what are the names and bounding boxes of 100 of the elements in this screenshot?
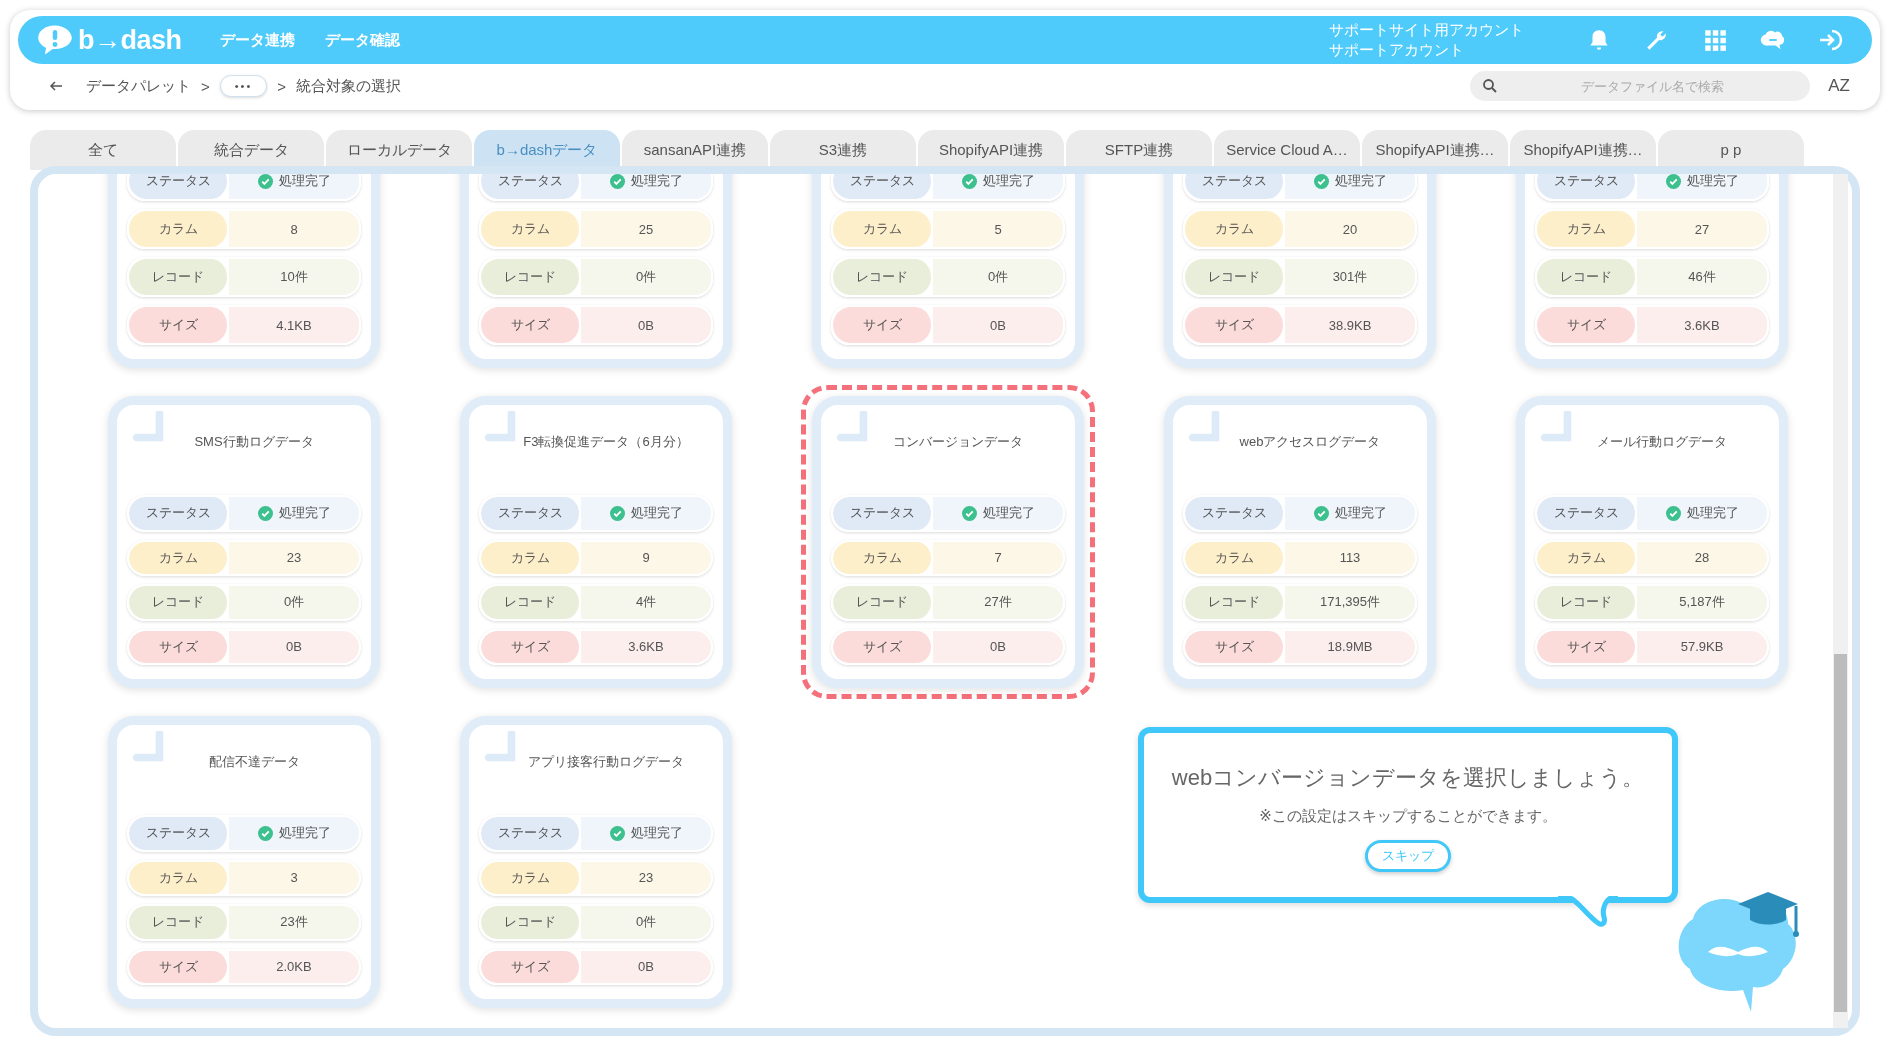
field-label: サイズ — [1185, 630, 1285, 663]
guide-note: ※この設定はスキップすることができます。 — [1259, 807, 1557, 826]
field-value: 113 — [1285, 541, 1415, 574]
field-label: レコード — [1537, 586, 1637, 619]
status-text: 処理完了 — [982, 504, 1035, 523]
data-file-card[interactable]: ステータス 処理完了 カラム 5 レコード 0件 サイズ 0B — [801, 174, 1095, 379]
status-text: 処理完了 — [982, 174, 1035, 190]
field-value: 301件 — [1285, 259, 1415, 295]
check-circle-icon — [609, 825, 625, 841]
field-value: 3 — [229, 861, 359, 894]
field-label: カラム — [1185, 211, 1285, 247]
field-value: 0B — [229, 630, 359, 663]
field-value: 27 — [1637, 211, 1767, 247]
status-text: 処理完了 — [1334, 174, 1387, 190]
status-text: 処理完了 — [278, 504, 331, 523]
field-value: 8 — [229, 211, 359, 247]
data-file-card[interactable]: ステータス 処理完了 カラム 27 レコード 46件 サイズ 3.6KB — [1505, 174, 1799, 379]
field-value: 38.9KB — [1285, 307, 1415, 343]
field-label: レコード — [1185, 259, 1285, 295]
card-title: メール行動ログデータ — [1596, 433, 1728, 451]
more-button[interactable]: ••• — [219, 75, 268, 97]
field-label: カラム — [481, 541, 581, 574]
field-label: カラム — [129, 211, 229, 247]
data-file-card[interactable]: ステータス 処理完了 カラム 8 レコード 10件 サイズ 4.1KB — [97, 174, 391, 379]
field-value: 23 — [229, 541, 359, 574]
field-label: レコード — [833, 586, 933, 619]
field-value: 0件 — [581, 259, 711, 295]
field-label: ステータス — [481, 817, 581, 850]
field-label: サイズ — [481, 950, 581, 983]
field-label: カラム — [1537, 541, 1637, 574]
status-text: 処理完了 — [630, 824, 683, 843]
field-value: 171,395件 — [1285, 586, 1415, 619]
data-file-card[interactable]: アプリ接客行動ログデータ ステータス 処理完了 カラム 23 レコード 0件 サイズ 0B — [449, 705, 743, 1019]
field-label: カラム — [1537, 211, 1637, 247]
field-label: レコード — [1185, 586, 1285, 619]
data-file-card[interactable]: F3転換促進データ（6月分） ステータス 処理完了 カラム 9 レコード 4件 サイズ 3.6KB — [449, 385, 743, 699]
breadcrumb-current: 統合対象の選択 — [296, 76, 402, 96]
field-label: カラム — [481, 211, 581, 247]
field-value: 9 — [581, 541, 711, 574]
field-value: 20 — [1285, 211, 1415, 247]
grid-icon[interactable] — [1702, 27, 1728, 53]
field-label: レコード — [481, 906, 581, 939]
status-text: 処理完了 — [630, 504, 683, 523]
tab[interactable]: 全て — [30, 130, 176, 170]
data-file-card[interactable]: コンバージョンデータ ステータス 処理完了 カラム 7 レコード 27件 サイズ 0B — [801, 385, 1095, 699]
field-label: レコード — [1537, 259, 1637, 295]
logout-icon[interactable] — [1818, 27, 1844, 53]
field-label: サイズ — [1185, 307, 1285, 343]
field-value: 0件 — [581, 906, 711, 939]
field-value: 5,187件 — [1637, 586, 1767, 619]
field-label: レコード — [129, 906, 229, 939]
field-value: 4.1KB — [229, 307, 359, 343]
field-label: ステータス — [481, 497, 581, 530]
data-file-card[interactable]: ステータス 処理完了 カラム 25 レコード 0件 サイズ 0B — [449, 174, 743, 379]
card-title: F3転換促進データ（6月分） — [522, 433, 690, 451]
field-label: ステータス — [1185, 497, 1285, 530]
field-value: 0B — [581, 307, 711, 343]
field-label: カラム — [129, 541, 229, 574]
field-value: 46件 — [1637, 259, 1767, 295]
field-label: ステータス — [833, 497, 933, 530]
data-file-card[interactable]: SMS行動ログデータ ステータス 処理完了 カラム 23 レコード 0件 サイズ 0B — [97, 385, 391, 699]
card-title: コンバージョンデータ — [892, 433, 1024, 451]
card-title: SMS行動ログデータ — [193, 433, 315, 451]
field-label: レコード — [129, 259, 229, 295]
field-label: レコード — [129, 586, 229, 619]
scrollbar[interactable] — [1833, 174, 1848, 1028]
status-text: 処理完了 — [278, 174, 331, 190]
check-circle-icon — [1665, 505, 1681, 521]
data-file-card[interactable]: webアクセスログデータ ステータス 処理完了 カラム 113 レコード 171,395件 サイズ 18.9MB — [1153, 385, 1447, 699]
data-file-card[interactable]: メール行動ログデータ ステータス 処理完了 カラム 28 レコード 5,187件 サイズ 57.9KB — [1505, 385, 1799, 699]
field-label: ステータス — [129, 497, 229, 530]
field-label: サイズ — [129, 630, 229, 663]
field-label: カラム — [833, 211, 933, 247]
field-value: 4件 — [581, 586, 711, 619]
field-label: レコード — [833, 259, 933, 295]
field-value: 23件 — [229, 906, 359, 939]
field-label: ステータス — [1537, 497, 1637, 530]
field-label: サイズ — [1537, 307, 1637, 343]
field-value: 5 — [933, 211, 1063, 247]
card-title: 配信不達データ — [207, 753, 301, 771]
sort-button[interactable]: AZ — [1828, 76, 1850, 96]
field-value: 0件 — [933, 259, 1063, 295]
guide-message: webコンバージョンデータを選択しましょう。 — [1171, 764, 1645, 792]
status-text: 処理完了 — [1686, 174, 1739, 190]
field-label: サイズ — [129, 307, 229, 343]
field-label: レコード — [481, 586, 581, 619]
status-text: 処理完了 — [1686, 504, 1739, 523]
field-label: ステータス — [833, 174, 933, 199]
field-value: 0B — [581, 950, 711, 983]
breadcrumb-separator: > — [201, 77, 210, 95]
data-file-card[interactable]: ステータス 処理完了 カラム 20 レコード 301件 サイズ 38.9KB — [1153, 174, 1447, 379]
check-circle-icon — [257, 825, 273, 841]
field-label: ステータス — [1185, 174, 1285, 199]
breadcrumb-link[interactable]: データパレット — [86, 76, 191, 96]
field-value: 28 — [1637, 541, 1767, 574]
data-file-card[interactable]: 配信不達データ ステータス 処理完了 カラム 3 レコード 23件 サイズ 2.0KB — [97, 705, 391, 1019]
field-value: 27件 — [933, 586, 1063, 619]
field-label: サイズ — [1537, 630, 1637, 663]
check-circle-icon — [257, 505, 273, 521]
field-label: サイズ — [833, 307, 933, 343]
